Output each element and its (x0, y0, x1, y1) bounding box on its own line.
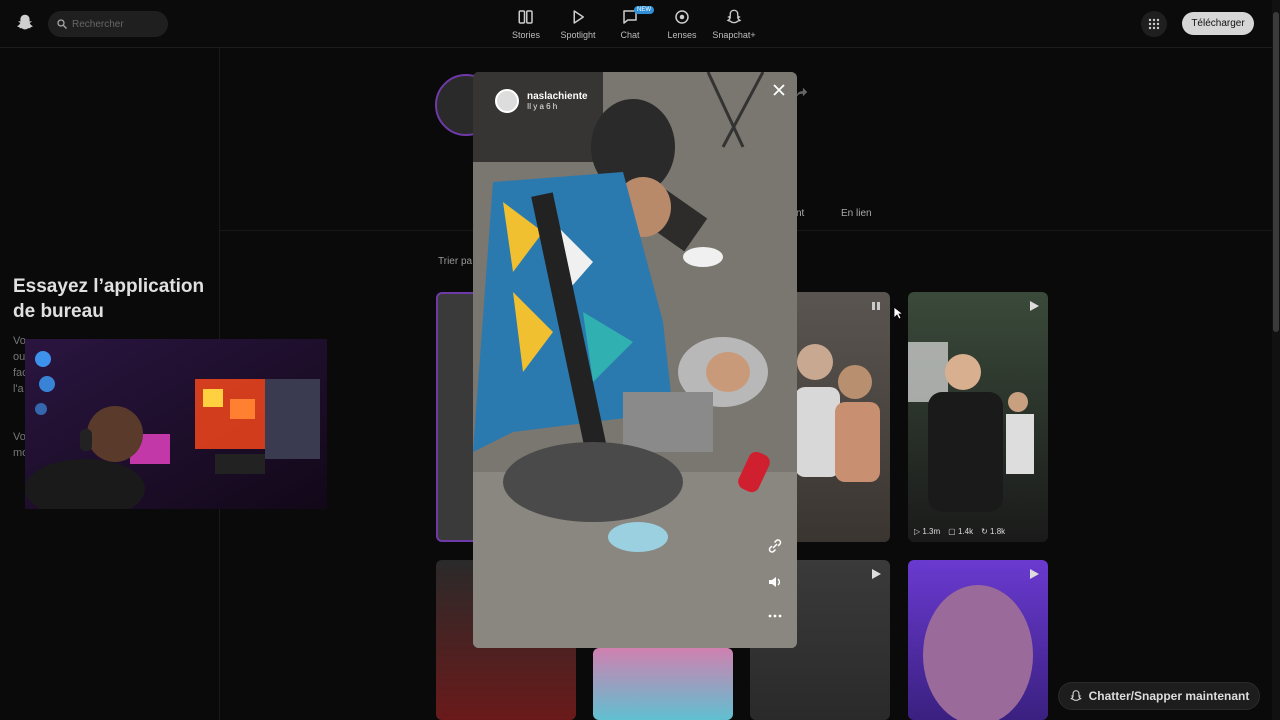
play-icon (872, 569, 881, 579)
nav-snapchat-plus[interactable]: Snapchat+ (708, 8, 760, 40)
views-count: ▷ 1.3m (914, 527, 941, 536)
play-icon (872, 302, 880, 310)
ghost-icon (1069, 690, 1082, 701)
nav-spotlight-label: Spotlight (560, 30, 596, 40)
nav-chat-label: Chat (620, 30, 640, 40)
tile-thumbnail (908, 342, 1034, 512)
webcam-image (25, 339, 327, 509)
tile-stats: ▷ 1.3m ▢ 1.4k ↻ 1.8k (914, 527, 1005, 536)
author-username[interactable]: naslachiente (527, 91, 588, 102)
grid-tile[interactable] (908, 560, 1048, 720)
nav-snapchat-plus-label: Snapchat+ (712, 30, 756, 40)
volume-icon[interactable] (767, 574, 783, 590)
chat-snap-now-label: Chatter/Snapper maintenant (1088, 689, 1250, 703)
tab-linked[interactable]: En lien (841, 208, 872, 219)
download-button[interactable]: Télécharger (1182, 12, 1254, 35)
stories-icon (518, 10, 533, 24)
webcam-overlay (25, 339, 327, 509)
nav-stories[interactable]: Stories (500, 8, 552, 40)
tile-thumbnail (923, 585, 1033, 720)
author-avatar[interactable] (495, 89, 519, 113)
snapchat-logo-icon[interactable] (14, 12, 36, 34)
nav-lenses-label: Lenses (667, 30, 697, 40)
grid-tile[interactable] (593, 648, 733, 720)
story-author[interactable]: naslachiente Il y a 6 h (495, 89, 588, 113)
shares-count: ↻ 1.8k (981, 527, 1006, 536)
ghost-plus-icon (726, 9, 742, 24)
comments-count: ▢ 1.4k (948, 527, 974, 536)
scrollbar-thumb[interactable] (1273, 12, 1279, 332)
search-input[interactable] (72, 18, 157, 30)
chat-snap-now-button[interactable]: Chatter/Snapper maintenant (1058, 682, 1260, 710)
lens-icon (675, 10, 689, 24)
sort-label[interactable]: Trier pa (438, 256, 472, 267)
share-icon[interactable] (795, 85, 809, 99)
top-bar: Stories Spotlight NEW Chat Lenses Snapch… (0, 0, 1280, 48)
nav-stories-label: Stories (511, 30, 540, 40)
story-video-frame (473, 72, 797, 648)
play-icon (1030, 301, 1039, 311)
mouse-cursor-icon (893, 306, 903, 320)
nav-spotlight[interactable]: Spotlight (552, 8, 604, 40)
play-icon (573, 10, 584, 24)
main-nav: Stories Spotlight NEW Chat Lenses Snapch… (500, 6, 760, 40)
page-scrollbar[interactable] (1272, 0, 1280, 720)
tab-partial[interactable]: nt (796, 208, 804, 219)
grid-icon (1148, 18, 1160, 30)
link-icon[interactable] (767, 538, 783, 554)
more-icon[interactable] (767, 608, 783, 624)
search-icon (57, 19, 67, 29)
apps-grid-button[interactable] (1141, 11, 1167, 37)
play-icon (1030, 569, 1039, 579)
promo-title: Essayez l’application de bureau (13, 276, 205, 322)
grid-tile[interactable]: ▷ 1.3m ▢ 1.4k ↻ 1.8k (908, 292, 1048, 542)
nav-lenses[interactable]: Lenses (656, 8, 708, 40)
story-viewer-modal[interactable]: naslachiente Il y a 6 h (473, 72, 797, 648)
story-timestamp: Il y a 6 h (527, 102, 558, 111)
nav-chat[interactable]: NEW Chat (604, 6, 656, 40)
search-bar[interactable] (48, 11, 168, 37)
new-badge: NEW (634, 6, 654, 14)
close-icon[interactable] (771, 82, 787, 98)
